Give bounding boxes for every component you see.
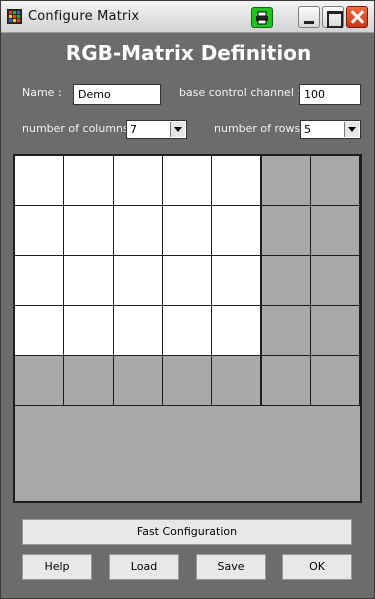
matrix-cell[interactable] [309,155,361,206]
save-button[interactable]: Save [196,554,266,580]
title-bar[interactable]: Configure Matrix [1,1,374,33]
matrix-cell[interactable] [112,255,163,306]
matrix-cell[interactable] [260,255,311,306]
matrix-app-icon[interactable] [7,9,22,24]
matrix-cell[interactable] [63,155,114,206]
matrix-cell[interactable] [63,205,114,256]
minimize-icon[interactable] [298,6,320,28]
channel-label: base control channel : [179,86,302,99]
chevron-down-icon[interactable] [344,122,359,137]
matrix-cell[interactable] [161,155,213,206]
matrix-grid [13,154,362,503]
matrix-cell[interactable] [14,155,65,206]
load-button[interactable]: Load [109,554,179,580]
matrix-cell[interactable] [14,355,65,406]
configure-matrix-window: Configure Matrix RGB-Matrix Definition N… [0,0,375,599]
rows-select-value: 5 [304,123,311,136]
columns-select-value: 7 [130,123,137,136]
ok-button[interactable]: OK [282,554,352,580]
help-button[interactable]: Help [22,554,92,580]
channel-field[interactable]: 100 [299,84,361,105]
columns-select[interactable]: 7 [126,120,187,139]
matrix-cell[interactable] [260,205,311,256]
maximize-icon[interactable] [322,6,344,28]
rows-label: number of rows : [214,122,308,135]
matrix-cell[interactable] [211,255,262,306]
matrix-cell[interactable] [14,205,65,256]
chevron-down-icon[interactable] [170,122,185,137]
matrix-cell[interactable] [211,155,262,206]
window-title: Configure Matrix [28,9,140,24]
rows-select[interactable]: 5 [300,120,361,139]
matrix-cell[interactable] [161,305,213,356]
matrix-cell[interactable] [260,355,311,406]
matrix-cell[interactable] [112,205,163,256]
matrix-cell[interactable] [161,205,213,256]
name-field[interactable]: Demo [73,84,161,105]
matrix-cell[interactable] [63,355,114,406]
matrix-cell[interactable] [260,155,311,206]
matrix-cell[interactable] [309,255,361,306]
matrix-cell[interactable] [309,205,361,256]
matrix-cell[interactable] [112,305,163,356]
matrix-cell[interactable] [309,305,361,356]
matrix-cell[interactable] [161,355,213,406]
matrix-cell[interactable] [309,355,361,406]
name-label: Name : [22,86,62,99]
page-title: RGB-Matrix Definition [65,41,312,65]
matrix-cell[interactable] [161,255,213,306]
matrix-cell[interactable] [14,305,65,356]
matrix-cell[interactable] [211,305,262,356]
printer-icon[interactable] [251,7,273,28]
close-icon[interactable] [346,6,368,28]
matrix-cell[interactable] [63,305,114,356]
matrix-cell[interactable] [260,305,311,356]
fast-configuration-button[interactable]: Fast Configuration [22,519,352,545]
matrix-cell[interactable] [112,355,163,406]
matrix-cell[interactable] [63,255,114,306]
matrix-cell[interactable] [211,355,262,406]
matrix-cell[interactable] [211,205,262,256]
matrix-cell[interactable] [112,155,163,206]
matrix-cell[interactable] [14,255,65,306]
columns-label: number of columns : [22,122,136,135]
